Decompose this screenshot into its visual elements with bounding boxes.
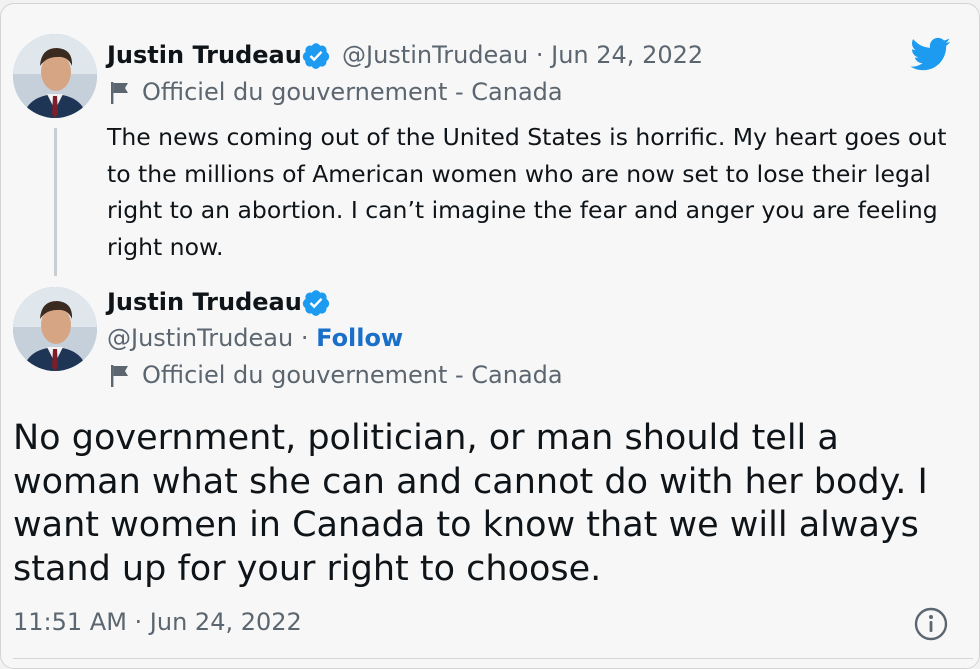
thread-connector-line [54,128,57,276]
avatar-image [13,34,97,118]
quoted-handle-date[interactable]: @JustinTrudeau · Jun 24, 2022 [342,41,703,69]
avatar[interactable] [13,287,97,371]
avatar[interactable] [13,34,97,118]
quoted-author-name[interactable]: Justin Trudeau [107,41,302,69]
tweet-timestamp[interactable]: 11:51 AM · Jun 24, 2022 [13,608,302,636]
verified-badge-icon [302,43,330,69]
author-handle[interactable]: @JustinTrudeau [107,324,293,352]
follow-button[interactable]: Follow [316,324,403,352]
verified-badge-icon [302,290,330,316]
handle-follow-row: @JustinTrudeau · Follow [107,324,403,352]
divider [13,658,973,659]
avatar-image [13,287,97,371]
tweet-text: No government, politician, or man should… [13,418,928,589]
author-name[interactable]: Justin Trudeau [107,288,302,316]
quoted-date[interactable]: Jun 24, 2022 [551,41,703,69]
flag-icon [111,82,128,104]
government-label: Officiel du gouvernement - Canada [142,361,563,389]
quoted-tweet-text: The news coming out of the United States… [107,123,947,261]
separator-dot: · [300,324,309,352]
flag-icon [111,365,128,387]
info-icon[interactable] [913,606,949,642]
quoted-handle[interactable]: @JustinTrudeau [342,41,528,69]
quoted-government-label: Officiel du gouvernement - Canada [142,78,563,106]
embedded-tweet-card: Justin Trudeau @JustinTrudeau · Jun 24, … [0,3,980,669]
separator-dot: · [535,41,544,69]
twitter-bird-icon[interactable] [908,34,954,74]
